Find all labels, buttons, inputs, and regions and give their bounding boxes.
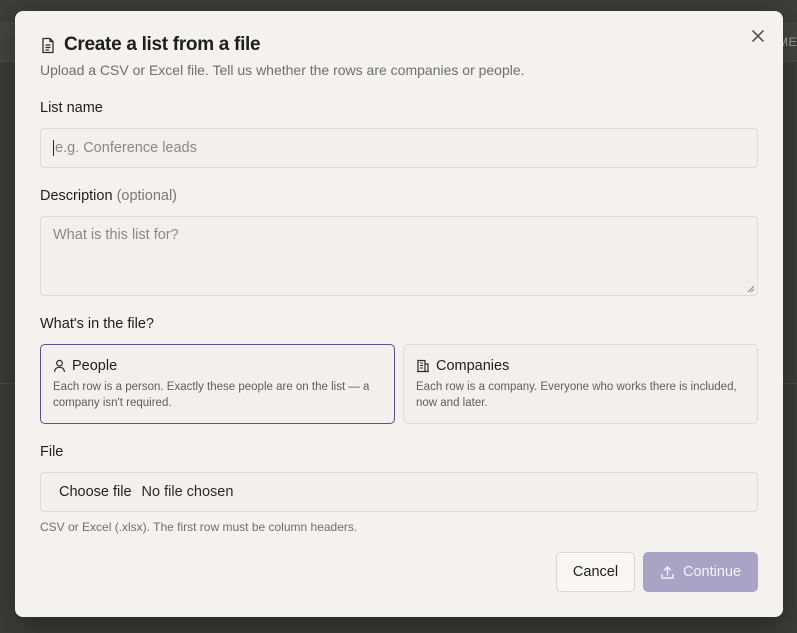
continue-button-label: Continue: [682, 564, 742, 580]
option-card-companies[interactable]: Companies Each row is a company. Everyon…: [403, 344, 758, 424]
upload-icon: [661, 565, 674, 579]
person-icon: [53, 359, 66, 373]
building-icon: [417, 359, 429, 373]
option-card-companies-description: Each row is a company. Everyone who work…: [416, 381, 737, 409]
resize-handle-icon[interactable]: [747, 285, 755, 293]
description-placeholder: What is this list for?: [53, 227, 179, 243]
description-textarea[interactable]: What is this list for?: [40, 216, 758, 296]
option-card-people-header: People: [53, 358, 382, 374]
document-icon: [42, 37, 54, 53]
choose-file-button[interactable]: Choose file: [59, 484, 132, 500]
description-label: Description (optional): [40, 188, 177, 204]
file-label: File: [40, 444, 64, 460]
option-card-companies-title: Companies: [436, 358, 510, 374]
file-input[interactable]: Choose file No file chosen: [40, 472, 758, 512]
cancel-button[interactable]: Cancel: [556, 552, 635, 592]
list-name-placeholder: e.g. Conference leads: [55, 140, 197, 156]
file-hint: CSV or Excel (.xlsx). The first row must…: [40, 520, 358, 534]
option-card-people[interactable]: People Each row is a person. Exactly the…: [40, 344, 395, 424]
content-type-label: What's in the file?: [40, 316, 154, 332]
file-status: No file chosen: [141, 484, 234, 500]
option-card-companies-header: Companies: [416, 358, 745, 374]
description-optional-tag: (optional): [116, 188, 178, 204]
dialog-title: Create a list from a file: [64, 34, 261, 55]
create-list-dialog: Create a list from a file Upload a CSV o…: [15, 11, 783, 617]
close-button[interactable]: [749, 27, 767, 45]
dialog-header: Create a list from a file: [40, 34, 261, 56]
list-name-input[interactable]: e.g. Conference leads: [40, 128, 758, 168]
description-label-text: Description: [40, 188, 113, 204]
continue-button[interactable]: Continue: [643, 552, 758, 592]
list-name-label: List name: [40, 100, 103, 116]
option-card-people-description: Each row is a person. Exactly these peop…: [53, 381, 370, 409]
close-icon: [752, 30, 764, 42]
option-card-people-title: People: [72, 358, 118, 374]
dialog-subtitle: Upload a CSV or Excel file. Tell us whet…: [40, 62, 525, 78]
text-caret: [53, 140, 54, 156]
